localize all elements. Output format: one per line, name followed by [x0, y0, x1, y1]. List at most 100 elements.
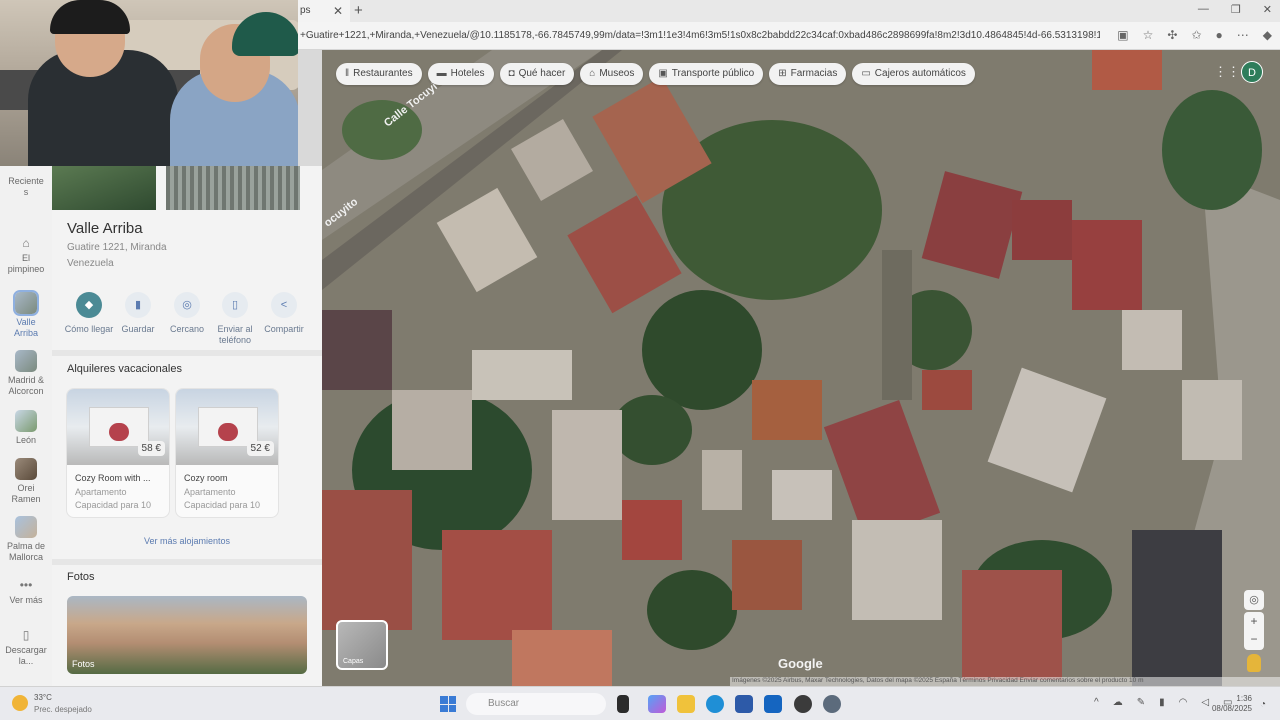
- rail-item-recent[interactable]: Reciente s: [0, 176, 52, 198]
- task-view-icon[interactable]: [617, 695, 629, 713]
- chip-restaurants[interactable]: ǁ Restaurantes: [336, 63, 422, 85]
- chip-hotels[interactable]: ▬ Hoteles: [427, 63, 494, 85]
- copilot-app-icon[interactable]: [648, 695, 666, 713]
- weather-temperature: 33°C: [34, 693, 52, 702]
- my-location-icon[interactable]: ◎: [1244, 590, 1264, 610]
- more-rentals-link[interactable]: Ver más alojamientos: [52, 536, 322, 546]
- reader-icon[interactable]: ▣: [1117, 28, 1128, 42]
- rental-card[interactable]: 52 € Cozy room Apartamento Capacidad par…: [175, 388, 279, 518]
- pharmacy-icon: ⊞: [778, 68, 787, 79]
- nearby-button[interactable]: ◎ Cercano: [162, 292, 212, 335]
- tab-title: ps: [300, 5, 311, 16]
- send-to-phone-button[interactable]: ▯ Enviar al teléfono: [210, 292, 260, 346]
- close-window-icon[interactable]: ✕: [1263, 3, 1272, 16]
- chip-label: Farmacias: [790, 68, 838, 79]
- rail-item-el-pimpineo[interactable]: ⌂ El pimpineo: [0, 237, 52, 275]
- rail-item-orei-ramen[interactable]: Orei Ramen: [0, 458, 52, 505]
- chevron-up-icon[interactable]: ^: [1094, 697, 1099, 708]
- onedrive-icon[interactable]: ☁: [1113, 697, 1123, 708]
- webcam-person-left-cap: [50, 0, 130, 34]
- pegman-icon[interactable]: [1247, 654, 1261, 672]
- webcam-overlay: [0, 0, 298, 166]
- chip-things-to-do[interactable]: ◘ Qué hacer: [499, 63, 575, 85]
- microphone-icon[interactable]: ▮: [1159, 697, 1165, 708]
- extensions-icon[interactable]: ✣: [1167, 28, 1177, 42]
- more-dots-icon: •••: [19, 578, 33, 592]
- close-tab-icon[interactable]: ✕: [333, 4, 343, 18]
- zoom-in-icon[interactable]: +: [1244, 612, 1264, 630]
- rail-item-label: Valle Arriba: [13, 317, 38, 338]
- pen-icon[interactable]: ✎: [1137, 697, 1145, 708]
- save-button[interactable]: ▮ Guardar: [113, 292, 163, 335]
- bus-icon: ▣: [658, 68, 668, 79]
- file-explorer-icon[interactable]: [677, 695, 695, 713]
- rail-item-label: Palma de Mallorca: [6, 541, 46, 562]
- rental-flower-shape: [218, 423, 238, 441]
- copilot-icon[interactable]: ◆: [1263, 28, 1272, 42]
- rental-price: 58 €: [137, 441, 165, 456]
- favorite-star-icon[interactable]: ☆: [1143, 28, 1154, 42]
- obs-icon[interactable]: [794, 695, 812, 713]
- google-logo: Google: [778, 656, 823, 671]
- weather-description: Prec. despejado: [34, 705, 92, 714]
- satellite-map[interactable]: Calle Tocuyi ocuyito: [322, 50, 1280, 686]
- minimize-icon[interactable]: —: [1198, 3, 1209, 16]
- chip-pharmacies[interactable]: ⊞ Farmacias: [769, 63, 847, 85]
- notification-bell-icon[interactable]: ◔: [1260, 699, 1266, 710]
- place-thumbnail: [13, 290, 39, 316]
- rail-item-leon[interactable]: León: [0, 410, 52, 446]
- rental-capacity: Capacidad para 10: [184, 500, 261, 510]
- url-field[interactable]: +Guatire+1221,+Miranda,+Venezuela/@10.11…: [300, 30, 1100, 41]
- rail-item-label: Descargar la...: [5, 645, 47, 666]
- action-label: Enviar al teléfono: [217, 324, 253, 345]
- rental-card[interactable]: 58 € Cozy Room with ... Apartamento Capa…: [66, 388, 170, 518]
- chip-transit[interactable]: ▣ Transporte público: [649, 63, 764, 85]
- place-thumbnail: [15, 350, 37, 372]
- directions-button[interactable]: ◆ Cómo llegar: [64, 292, 114, 335]
- photos-thumbnail[interactable]: Fotos: [67, 596, 307, 674]
- maximize-icon[interactable]: ❐: [1231, 3, 1241, 16]
- rail-item-download-app[interactable]: ▯ Descargar la...: [0, 629, 52, 667]
- account-avatar[interactable]: D: [1241, 61, 1263, 83]
- profile-icon[interactable]: ●: [1216, 28, 1223, 42]
- place-hero-images[interactable]: [52, 166, 322, 210]
- phone-icon: ▯: [222, 292, 248, 318]
- layers-button[interactable]: Capas: [336, 620, 388, 670]
- share-button[interactable]: < Compartir: [259, 292, 309, 335]
- zoom-out-icon[interactable]: −: [1244, 630, 1264, 648]
- chip-label: Museos: [599, 68, 635, 79]
- fork-knife-icon: ǁ: [345, 68, 350, 79]
- action-label: Compartir: [264, 324, 304, 334]
- rail-item-valle-arriba[interactable]: Valle Arriba: [0, 290, 52, 339]
- chip-museums[interactable]: ⌂ Museos: [580, 63, 644, 85]
- rail-item-madrid[interactable]: Madrid & Alcorcon: [0, 350, 52, 397]
- rental-type: Apartamento: [75, 487, 127, 497]
- directions-icon: ◆: [76, 292, 102, 318]
- windows-taskbar: 33°C Prec. despejado ⌕ Buscar ^ ☁ ✎ ▮ ◠ …: [0, 686, 1280, 720]
- photos-title: Fotos: [67, 571, 95, 583]
- bed-icon: ▬: [436, 68, 447, 79]
- settings-gear-icon[interactable]: [823, 695, 841, 713]
- section-divider: [52, 559, 322, 565]
- rental-name: Cozy Room with ...: [75, 473, 151, 483]
- more-icon[interactable]: ⋯: [1237, 28, 1249, 42]
- webcam-person-right-cap: [232, 12, 298, 56]
- clock-date: 08/08/2025: [1211, 704, 1252, 713]
- chip-label: Hoteles: [450, 68, 485, 79]
- share-icon: <: [271, 292, 297, 318]
- weather-sun-icon[interactable]: [12, 695, 28, 711]
- edge-browser-icon[interactable]: [706, 695, 724, 713]
- rail-item-label: Madrid & Alcorcon: [7, 375, 44, 396]
- windows-start-icon[interactable]: [440, 696, 456, 712]
- taskbar-clock[interactable]: 1:36 08/08/2025: [1208, 694, 1252, 714]
- rail-item-palma[interactable]: Palma de Mallorca: [0, 516, 52, 563]
- outlook-icon[interactable]: [764, 695, 782, 713]
- new-tab-icon[interactable]: +: [354, 2, 363, 19]
- taskbar-search[interactable]: Buscar: [466, 693, 606, 715]
- wifi-icon[interactable]: ◠: [1179, 697, 1188, 708]
- favorites-icon[interactable]: ✩: [1191, 28, 1201, 42]
- nearby-icon: ◎: [174, 292, 200, 318]
- store-icon[interactable]: [735, 695, 753, 713]
- rail-item-more[interactable]: ••• Ver más: [0, 578, 52, 606]
- chip-atms[interactable]: ▭ Cajeros automáticos: [852, 63, 975, 85]
